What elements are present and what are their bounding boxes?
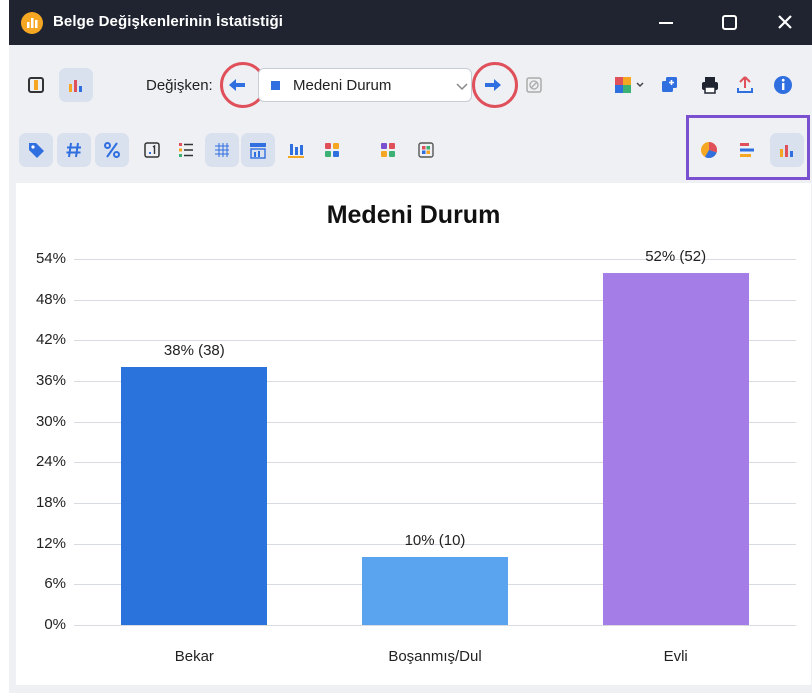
variable-color-swatch: [271, 81, 280, 90]
color-scheme-button[interactable]: [315, 133, 349, 167]
x-category-label: Boşanmış/Dul: [388, 648, 482, 665]
chevron-down-icon: [456, 83, 468, 91]
decimal-icon: [144, 142, 160, 158]
horizontal-bar-chart-button[interactable]: [730, 133, 764, 167]
bar-labels-icon: [288, 144, 304, 158]
minimize-button[interactable]: [637, 0, 693, 45]
bar-data-label: 38% (38): [163, 342, 225, 360]
info-button[interactable]: [766, 68, 800, 102]
copy-button[interactable]: [653, 68, 687, 102]
vertical-bar-icon: [780, 145, 793, 157]
close-icon: [778, 15, 792, 29]
minimize-icon: [659, 22, 673, 24]
bar-0[interactable]: [121, 367, 268, 625]
y-tick-label: 12%: [35, 534, 66, 552]
y-tick-label: 24%: [35, 453, 66, 471]
clear-icon: [526, 77, 542, 93]
statistics-window: Belge Değişkenlerinin İstatistiği Değişk…: [9, 0, 812, 693]
highlight-circle-right: [472, 62, 518, 108]
list-icon: [179, 143, 193, 157]
close-button[interactable]: [756, 0, 812, 45]
clear-button[interactable]: [517, 68, 551, 102]
maximize-icon: [722, 15, 737, 30]
value-bar-toggle-button[interactable]: [241, 133, 275, 167]
grid-toggle-button[interactable]: [205, 133, 239, 167]
decimal-button[interactable]: [135, 133, 169, 167]
bar-1[interactable]: [362, 557, 508, 625]
y-tick-label: 18%: [35, 494, 66, 511]
gridline: [74, 625, 796, 626]
y-tick-label: 0%: [44, 616, 66, 633]
palette-icon: [615, 77, 644, 93]
variable-select[interactable]: Medeni Durum: [258, 68, 472, 102]
y-tick-label: 48%: [35, 290, 66, 308]
palette-dropdown-button[interactable]: [607, 68, 651, 102]
pie-chart-button[interactable]: [692, 133, 726, 167]
x-category-label: Bekar: [174, 648, 214, 665]
info-icon: [774, 76, 792, 94]
window-title: Belge Değişkenlerinin İstatistiği: [53, 13, 284, 30]
pie-chart-icon: [701, 142, 718, 159]
x-category-label: Evli: [663, 648, 688, 665]
export-icon: [737, 76, 753, 93]
chart-panel: Medeni Durum 0% 6% 12% 18% 24% 30% 36% 42% 48% 54…: [16, 183, 811, 685]
chart-title: Medeni Durum: [326, 201, 501, 229]
horizontal-bar-icon: [740, 143, 754, 157]
bar-labels-button[interactable]: [279, 133, 313, 167]
variable-label: Değişken:: [146, 77, 213, 94]
variable-select-value: Medeni Durum: [293, 77, 392, 94]
hash-icon: [66, 142, 81, 158]
vertical-bar-chart-button[interactable]: [770, 133, 804, 167]
app-logo-icon: [21, 12, 43, 34]
palette-edit-icon: [418, 142, 434, 158]
maximize-button[interactable]: [701, 0, 757, 45]
labels-toggle-button[interactable]: [19, 133, 53, 167]
print-button[interactable]: [693, 68, 727, 102]
y-tick-label: 54%: [35, 250, 66, 267]
color-scheme-icon: [325, 143, 339, 157]
y-tick-label: 6%: [44, 575, 66, 593]
color-palette-icon: [381, 143, 395, 157]
frequency-table-button[interactable]: [19, 68, 53, 102]
count-toggle-button[interactable]: [57, 133, 91, 167]
percent-icon: [104, 142, 120, 158]
grid-icon: [215, 143, 229, 157]
value-bar-icon: [250, 143, 266, 159]
copy-icon: [662, 77, 677, 92]
percent-toggle-button[interactable]: [95, 133, 129, 167]
color-palette-button[interactable]: [371, 133, 405, 167]
bar-chart-view-button[interactable]: [59, 68, 93, 102]
y-tick-label: 36%: [35, 372, 66, 389]
y-tick-label: 42%: [35, 331, 66, 349]
list-button[interactable]: [169, 133, 203, 167]
bar-chart-icon: [69, 80, 82, 92]
bar-2[interactable]: [602, 272, 749, 625]
title-bar: Belge Değişkenlerinin İstatistiği: [9, 0, 812, 45]
print-icon: [702, 77, 718, 94]
bar-data-label: 10% (10): [404, 532, 466, 550]
bar-data-label: 52% (52): [645, 247, 707, 265]
export-button[interactable]: [728, 68, 762, 102]
y-tick-label: 30%: [35, 412, 66, 430]
tag-icon: [29, 143, 44, 158]
frequency-table-icon: [28, 77, 44, 93]
palette-edit-button[interactable]: [409, 133, 443, 167]
